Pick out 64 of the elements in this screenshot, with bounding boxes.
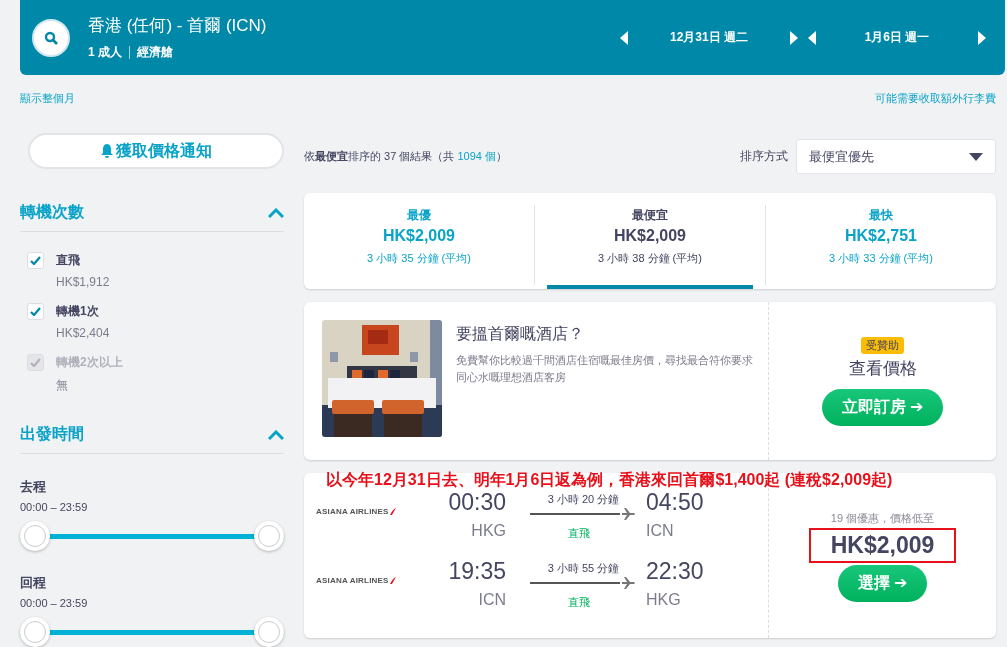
sponsored-badge: 受贊助 bbox=[861, 336, 904, 354]
results-summary: 依最便宜排序的 37 個結果（共 1094 個） bbox=[304, 149, 507, 164]
sort-dropdown[interactable]: 最便宜優先 bbox=[796, 139, 996, 174]
ad-description: 免費幫你比較過千間酒店住宿嘅最佳房價，尋找最合符你要求同心水嘅理想酒店客房 bbox=[456, 353, 754, 386]
option-price: HK$1,912 bbox=[56, 275, 110, 289]
checkmark-icon bbox=[30, 256, 41, 265]
airport-code: HKG bbox=[646, 591, 681, 609]
flight-price: HK$2,009 bbox=[830, 532, 935, 558]
airline-logo: ASIANA AIRLINES bbox=[316, 576, 434, 585]
deals-note: 19 個優惠，價格低至 bbox=[830, 511, 935, 526]
checkbox[interactable] bbox=[27, 252, 44, 269]
dropdown-caret-icon bbox=[969, 152, 983, 161]
checkmark-icon bbox=[30, 307, 41, 316]
airport-code: HKG bbox=[471, 522, 506, 540]
price-alert-button[interactable]: 獲取價格通知 bbox=[28, 133, 284, 169]
airline-logo: ASIANA AIRLINES bbox=[316, 507, 434, 516]
passenger-count: 1 成人 bbox=[88, 44, 122, 61]
checkmark-icon bbox=[30, 358, 41, 367]
annotation-text: 以今年12月31日去、明年1月6日返為例，香港來回首爾$1,400起 (連稅$2,009起) bbox=[326, 470, 893, 490]
airport-code: ICN bbox=[646, 522, 674, 540]
flight-duration: 3 小時 20 分鐘 bbox=[547, 492, 620, 507]
previous-date-icon[interactable] bbox=[807, 30, 817, 45]
sort-tab[interactable]: 最快 HK$2,751 3 小時 33 分鐘 (平均) bbox=[765, 205, 996, 285]
stops-label: 直飛 bbox=[567, 595, 590, 610]
arrival-time: 22:30 bbox=[646, 558, 704, 585]
sort-label: 排序方式 bbox=[740, 148, 788, 165]
range-label: 回程 bbox=[20, 574, 47, 592]
flight-duration: 3 小時 55 分鐘 bbox=[547, 561, 620, 576]
chevron-icon[interactable] bbox=[268, 207, 284, 218]
date-label[interactable]: 12月31日 週二 bbox=[670, 29, 748, 46]
time-range: 00:00 – 23:59 bbox=[20, 501, 89, 513]
ad-title: 要搵首爾嘅酒店？ bbox=[456, 324, 585, 344]
time-slider[interactable] bbox=[20, 617, 284, 647]
time-range: 00:00 – 23:59 bbox=[20, 597, 89, 609]
date-label[interactable]: 1月6日 週一 bbox=[864, 29, 930, 46]
bell-icon bbox=[100, 144, 113, 158]
filter-title[interactable]: 轉機次數 bbox=[20, 202, 84, 223]
range-label: 去程 bbox=[20, 478, 47, 496]
cabin-class: 經濟艙 bbox=[137, 44, 173, 61]
option-label: 轉機1次 bbox=[56, 303, 100, 320]
checkbox[interactable] bbox=[27, 303, 44, 320]
option-price: HK$2,404 bbox=[56, 326, 110, 340]
option-price: 無 bbox=[56, 377, 69, 394]
departure-time: 00:30 bbox=[448, 489, 506, 516]
next-date-icon[interactable] bbox=[977, 30, 987, 45]
option-label: 轉機2次以上 bbox=[56, 354, 123, 371]
airport-code: ICN bbox=[478, 591, 506, 609]
select-button[interactable]: 選擇 ➔ bbox=[837, 565, 928, 602]
option-label: 直飛 bbox=[56, 252, 81, 269]
next-date-icon[interactable] bbox=[789, 30, 799, 45]
chevron-icon[interactable] bbox=[268, 429, 284, 440]
filter-title[interactable]: 出發時間 bbox=[20, 424, 84, 445]
book-now-button[interactable]: 立即訂房 ➔ bbox=[821, 388, 944, 426]
stops-label: 直飛 bbox=[567, 526, 590, 541]
view-price-label: 查看價格 bbox=[848, 357, 917, 380]
time-slider[interactable] bbox=[20, 521, 284, 551]
route-title[interactable]: 香港 (任何) - 首爾 (ICN) bbox=[88, 14, 619, 37]
sort-tab[interactable]: 最優 HK$2,009 3 小時 35 分鐘 (平均) bbox=[304, 205, 534, 285]
search-icon[interactable] bbox=[32, 18, 70, 57]
baggage-fee-link[interactable]: 可能需要收取額外行李費 bbox=[875, 91, 996, 106]
show-month-link[interactable]: 顯示整個月 bbox=[20, 91, 75, 106]
arrival-time: 04:50 bbox=[646, 489, 704, 516]
previous-date-icon[interactable] bbox=[619, 30, 629, 45]
departure-time: 19:35 bbox=[448, 558, 506, 585]
